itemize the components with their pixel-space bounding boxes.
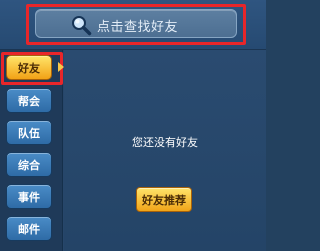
tab-friends[interactable]: 好友 <box>6 55 52 80</box>
tab-guild[interactable]: 帮会 <box>6 88 52 113</box>
magnifier-icon <box>72 16 92 36</box>
tab-mail[interactable]: 邮件 <box>6 216 52 241</box>
friend-recommend-button[interactable]: 好友推荐 <box>136 187 192 212</box>
search-placeholder: 点击查找好友 <box>97 20 179 35</box>
sidebar: 好友 帮会 队伍 综合 事件 邮件 <box>0 50 64 251</box>
search-input[interactable]: 点击查找好友 <box>35 9 237 38</box>
empty-friends-message: 您还没有好友 <box>132 136 198 149</box>
friend-list-panel: 您还没有好友 好友推荐 <box>64 50 266 251</box>
search-bar-area: 点击查找好友 <box>0 0 266 50</box>
tab-general[interactable]: 综合 <box>6 152 52 177</box>
friends-window: 点击查找好友 好友 帮会 队伍 综合 事件 邮件 您还没有好友 好友推荐 <box>0 0 266 251</box>
tab-events[interactable]: 事件 <box>6 184 52 209</box>
tab-team[interactable]: 队伍 <box>6 120 52 145</box>
